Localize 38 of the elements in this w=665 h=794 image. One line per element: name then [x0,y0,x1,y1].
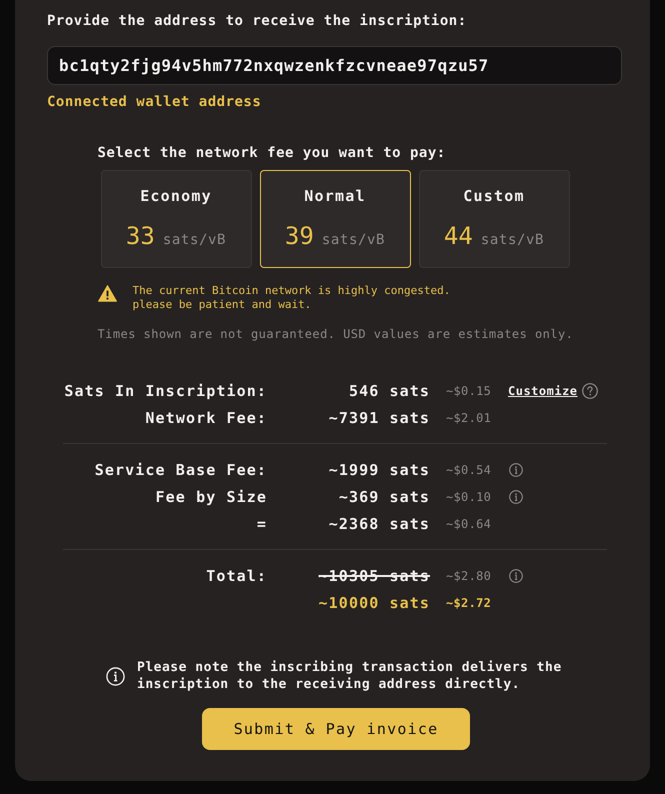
customize-link[interactable]: Customize [508,384,578,398]
fee-option[interactable]: Custom 44 sats/vB [418,170,570,268]
row-label: Total: [206,566,267,584]
info-icon[interactable] [509,568,523,582]
usd-text: ~$0.54 [446,462,492,476]
usd-text: ~$0.64 [446,516,492,530]
warning-icon [98,285,116,302]
amount-text: 546 sats [348,382,430,400]
row-label: Network Fee: [145,408,267,426]
usd-text: ~$0.15 [446,384,492,398]
amount-text: ~10000 sats [318,594,430,612]
address-label: Provide the address to receive the inscription: [47,12,468,31]
info-icon [106,666,125,686]
usd-text: ~$0.10 [446,490,492,504]
amount-text: ~1999 sats [328,460,430,478]
amount-text: ~7391 sats [328,408,430,426]
amount-text: ~2368 sats [328,514,430,532]
warning-text: The current Bitcoin network is highly congested. please be patient and wait. [132,284,450,312]
submit-button[interactable]: Submit & Pay invoice [202,708,470,750]
row-label: Sats In Inscription: [64,382,267,400]
row-label: Service Base Fee: [94,460,267,478]
note-text: Please note the inscribing transaction delivers the inscription to the receiving address directly. [137,659,563,693]
usd-text: ~$2.72 [446,596,492,610]
amount-text: ~369 sats [338,488,430,506]
info-icon[interactable] [509,490,523,504]
amount-text: ~10305 sats [318,566,430,584]
fee-label: Select the network fee you want to pay: [98,144,447,162]
row-label: = [256,514,267,532]
address-field[interactable]: bc1qty2fjg94v5hm772nxqwzenkfzcvneae97qzu57 [47,46,622,85]
disclaimer-text: Times shown are not guaranteed. USD values are estimates only. [98,326,574,343]
usd-text: ~$2.01 [446,410,492,424]
usd-text: ~$2.80 [446,568,492,582]
wallet-hint: Connected wallet address [47,93,262,111]
info-icon[interactable] [509,462,523,476]
fee-option[interactable]: Economy 33 sats/vB [100,170,252,268]
row-label: Fee by Size [156,488,267,506]
help-icon[interactable] [582,382,598,398]
fee-option[interactable]: Normal 39 sats/vB [260,170,410,268]
